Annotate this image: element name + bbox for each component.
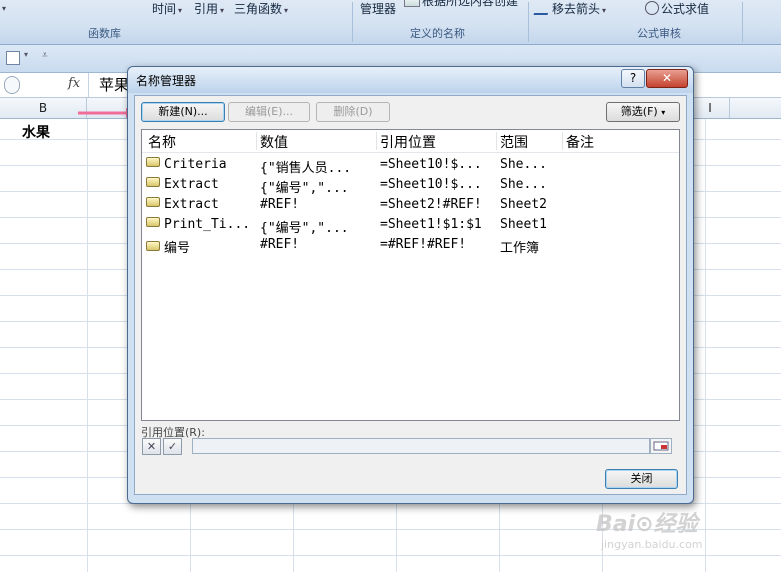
column-header-b[interactable]: B — [0, 98, 87, 118]
formula-input[interactable]: 苹果 — [88, 73, 129, 97]
remove-arrows-icon — [533, 1, 553, 15]
name-icon — [146, 241, 160, 251]
chevron-down-icon: ▾ — [661, 108, 666, 117]
list-item[interactable]: Criteria {"销售人员... =Sheet10!$... She... — [142, 156, 679, 176]
cell-b2[interactable]: 水果 — [22, 122, 50, 142]
remove-arrows-button[interactable]: 移去箭头 ▾ — [533, 0, 606, 17]
name-icon — [146, 197, 160, 207]
help-button[interactable]: ? — [621, 69, 645, 88]
watermark-url: jingyan.baidu.com — [601, 538, 703, 551]
reference-functions-button[interactable]: 引用 ▾ — [194, 0, 224, 17]
ribbon: ▾ 时间 ▾ 引用 ▾ 三角函数 ▾ 函数库 管理器 根据所选内容创建 定义的名称 移… — [0, 0, 781, 45]
edit-icon[interactable] — [6, 51, 20, 65]
name-icon — [146, 157, 160, 167]
create-from-selection-button[interactable]: 根据所选内容创建 — [404, 0, 518, 9]
name-manager-dialog: 名称管理器 ? ✕ 新建(N)... 编辑(E)... 删除(D) 筛选(F) … — [127, 66, 694, 504]
group-label-defined-names: 定义的名称 — [410, 27, 465, 40]
name-box[interactable] — [4, 76, 20, 94]
watermark-logo: Bai⊙经验 — [596, 512, 698, 537]
col-header-value[interactable]: 数值 — [260, 132, 288, 152]
evaluate-formula-icon — [645, 1, 659, 15]
dialog-title-bar[interactable]: 名称管理器 ? ✕ — [128, 67, 693, 93]
edit-name-button[interactable]: 编辑(E)... — [228, 102, 310, 122]
name-icon — [146, 177, 160, 187]
delete-name-button[interactable]: 删除(D) — [316, 102, 390, 122]
evaluate-formula-button[interactable]: 公式求值 — [645, 0, 709, 17]
filter-button[interactable]: 筛选(F) ▾ — [606, 102, 680, 122]
new-name-button[interactable]: 新建(N)... — [141, 102, 225, 122]
create-from-selection-icon — [404, 0, 420, 7]
confirm-edit-icon[interactable]: ✓ — [163, 438, 182, 455]
group-label-function-library: 函数库 — [88, 27, 121, 40]
group-label-formula-auditing: 公式审核 — [637, 27, 681, 40]
list-item[interactable]: Print_Ti... {"编号","... =Sheet1!$1:$1 She… — [142, 216, 679, 236]
list-item[interactable]: Extract {"编号","... =Sheet10!$... She... — [142, 176, 679, 196]
list-header: 名称 数值 引用位置 范围 备注 — [142, 130, 679, 153]
collapse-dialog-icon[interactable] — [650, 438, 672, 454]
cancel-edit-icon[interactable]: ✕ — [142, 438, 161, 455]
col-header-name[interactable]: 名称 — [148, 132, 176, 152]
ribbon-partial-dropdown[interactable]: ▾ — [0, 0, 6, 14]
customize-toolbar-icon[interactable]: ⩡ — [42, 50, 48, 61]
group-separator — [528, 2, 529, 42]
name-icon — [146, 217, 160, 227]
list-item[interactable]: Extract #REF! =Sheet2!#REF! Sheet2 — [142, 196, 679, 216]
column-header[interactable] — [730, 98, 781, 118]
column-header-i[interactable]: I — [691, 98, 730, 118]
insert-function-button[interactable]: fx — [68, 76, 80, 91]
group-separator — [742, 2, 743, 42]
close-button[interactable]: 关闭 — [605, 469, 678, 489]
col-header-scope[interactable]: 范围 — [500, 132, 528, 152]
dropdown-arrow-icon[interactable]: ▾ — [24, 50, 28, 59]
col-header-comment[interactable]: 备注 — [566, 132, 594, 152]
time-functions-button[interactable]: 时间 ▾ — [152, 0, 182, 17]
names-list[interactable]: 名称 数值 引用位置 范围 备注 Criteria {"销售人员... =She… — [141, 129, 680, 421]
refers-to-input[interactable] — [192, 438, 650, 454]
trig-functions-button[interactable]: 三角函数 ▾ — [234, 0, 288, 17]
group-separator — [352, 2, 353, 42]
list-item[interactable]: 编号 #REF! =#REF!#REF! 工作簿 — [142, 236, 679, 256]
dialog-title: 名称管理器 — [136, 74, 197, 88]
col-header-refers-to[interactable]: 引用位置 — [380, 132, 436, 152]
dialog-body: 新建(N)... 编辑(E)... 删除(D) 筛选(F) ▾ 名称 数值 引用… — [134, 95, 687, 495]
close-icon[interactable]: ✕ — [646, 69, 688, 88]
name-manager-button[interactable]: 管理器 — [360, 0, 396, 17]
